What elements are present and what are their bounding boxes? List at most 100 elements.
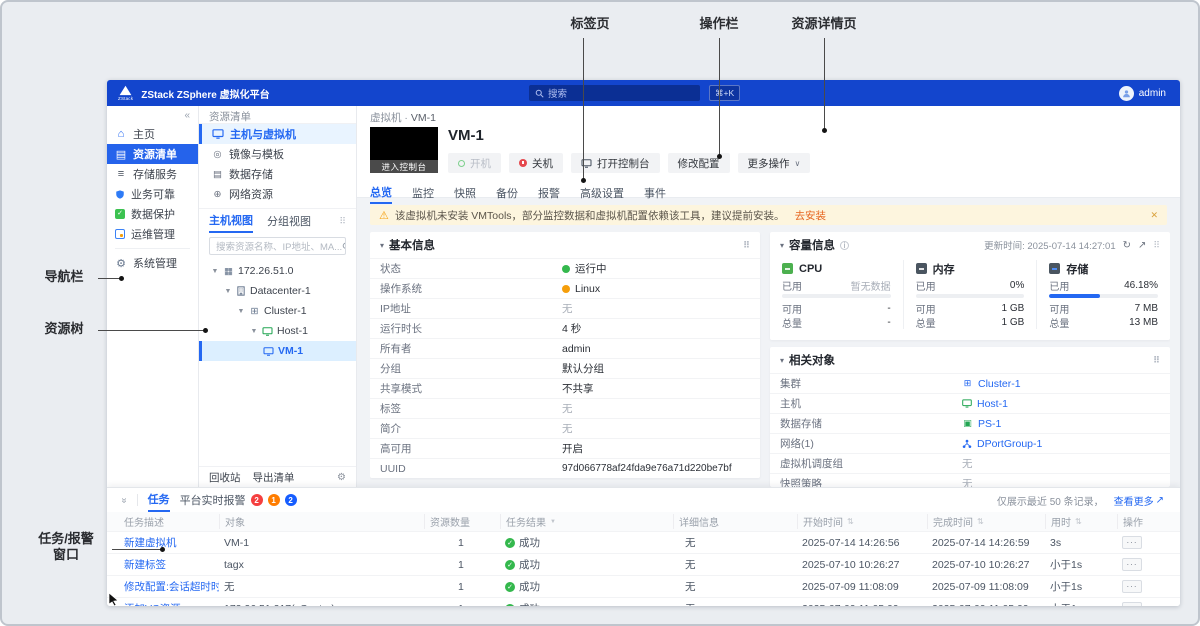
tree-node-cluster[interactable]: ▼ ⊞ Cluster-1 <box>199 301 356 321</box>
data-protection-icon <box>115 209 125 219</box>
annotation-nav-bar: 导航栏 <box>32 269 96 285</box>
tree-node-host[interactable]: ▼ Host-1 <box>199 321 356 341</box>
tab-advanced[interactable]: 高级设置 <box>580 182 624 204</box>
nav-item-home[interactable]: ⌂ 主页 <box>107 124 198 144</box>
resource-panel-title: 资源清单 <box>199 106 356 124</box>
drag-handle-icon[interactable]: ⠿ <box>743 240 750 251</box>
alarm-badge-info: 2 <box>285 494 297 506</box>
tree-node-datacenter[interactable]: ▼ Datacenter-1 <box>199 281 356 301</box>
records-note: 仅展示最近 50 条记录， <box>997 493 1104 508</box>
annotation-task-window: 任务/报警 窗口 <box>22 531 110 563</box>
caret-down-icon[interactable]: ▼ <box>250 328 258 335</box>
row-actions-button[interactable] <box>1122 602 1142 606</box>
sortable-column-header[interactable]: 完成时间 <box>927 514 1045 529</box>
collapse-caret-icon[interactable]: ▾ <box>780 241 784 250</box>
recycle-bin-link[interactable]: 回收站 <box>209 470 241 485</box>
tab-host-view[interactable]: 主机视图 <box>209 209 253 233</box>
memory-capacity: 内存 已用0% 可用1 GB 总量1 GB <box>903 260 1037 329</box>
caret-down-icon[interactable]: ▼ <box>224 288 232 295</box>
close-icon[interactable]: ✕ <box>1150 210 1158 221</box>
datastore-icon: ▤ <box>212 169 223 180</box>
power-off-button[interactable]: 关机 <box>509 153 563 173</box>
tab-tasks[interactable]: 任务 <box>148 488 170 512</box>
filter-column-header[interactable]: 任务结果 <box>500 514 673 529</box>
monitor-icon <box>212 129 224 139</box>
image-template-icon: ◎ <box>212 149 223 160</box>
view-more-link[interactable]: 查看更多 ↗ <box>1114 493 1164 508</box>
network-icon: ⊕ <box>212 189 223 200</box>
tab-group-view[interactable]: 分组视图 <box>267 213 311 229</box>
nav-item-data-protection[interactable]: 数据保护 <box>107 204 198 224</box>
tree-node-vm[interactable]: VM-1 <box>199 341 356 361</box>
caret-down-icon[interactable]: ▼ <box>211 268 219 275</box>
resource-item-datastore[interactable]: ▤ 数据存储 <box>199 164 356 184</box>
row-actions-button[interactable] <box>1122 580 1142 593</box>
nav-item-resources[interactable]: ▤ 资源清单 <box>107 144 198 164</box>
enter-console-button[interactable]: 进入控制台 <box>370 160 438 173</box>
open-console-button[interactable]: 打开控制台 <box>571 153 660 173</box>
collapse-panel-icon[interactable]: « <box>118 497 129 503</box>
sortable-column-header[interactable]: 用时 <box>1045 514 1117 529</box>
power-off-icon <box>519 159 527 167</box>
tab-events[interactable]: 事件 <box>644 182 666 204</box>
task-link[interactable]: 新建标签 <box>124 559 166 571</box>
nav-item-ops[interactable]: 运维管理 <box>107 224 198 244</box>
global-search-input[interactable]: 搜索 <box>529 85 700 101</box>
tab-snapshot[interactable]: 快照 <box>454 182 476 204</box>
collapse-caret-icon[interactable]: ▾ <box>380 241 384 250</box>
tab-backup[interactable]: 备份 <box>496 182 518 204</box>
more-actions-button[interactable]: 更多操作 ∨ <box>738 153 811 173</box>
tree-search-input[interactable]: 搜索资源名称、IP地址、MA... <box>209 237 346 255</box>
annotation-line <box>98 278 120 279</box>
tab-overview[interactable]: 总览 <box>370 182 392 204</box>
cluster-link[interactable]: ⊞Cluster-1 <box>962 378 1021 390</box>
table-row-clipped: 添加VC资源 172.26.51.217(vCenter) 1 成功 无 202… <box>107 597 1180 606</box>
gear-icon[interactable]: ⚙ <box>337 472 346 483</box>
nav-item-reliability[interactable]: 业务可靠 <box>107 184 198 204</box>
user-menu[interactable]: admin <box>1119 80 1166 106</box>
task-link[interactable]: 新建虚拟机 <box>124 537 177 549</box>
caret-down-icon[interactable]: ▼ <box>237 308 245 315</box>
card-title: 容量信息 <box>789 237 835 253</box>
divider <box>137 494 138 506</box>
annotation-dot <box>717 154 722 159</box>
gear-icon: ⚙ <box>115 257 127 270</box>
resource-item-hosts-vms[interactable]: 主机与虚拟机 <box>199 124 356 144</box>
tree-node-vcenter[interactable]: ▼ ▦ 172.26.51.0 <box>199 261 356 281</box>
task-link[interactable]: 修改配置:会话超时时间 <box>124 581 219 593</box>
console-thumbnail[interactable] <box>370 127 438 160</box>
info-row: 简介 无 <box>370 418 760 438</box>
tab-monitoring[interactable]: 监控 <box>412 182 434 204</box>
nav-item-system[interactable]: ⚙ 系统管理 <box>107 253 198 273</box>
row-actions-button[interactable] <box>1122 558 1142 571</box>
portgroup-link[interactable]: DPortGroup-1 <box>962 438 1042 450</box>
info-row: IP地址 无 <box>370 298 760 318</box>
annotation-dot <box>581 178 586 183</box>
nav-item-storage[interactable]: ≡ 存储服务 <box>107 164 198 184</box>
sortable-column-header[interactable]: 开始时间 <box>797 514 927 529</box>
row-actions-button[interactable] <box>1122 536 1142 549</box>
drag-handle-icon[interactable]: ⠿ <box>1153 240 1160 251</box>
host-link[interactable]: Host-1 <box>962 398 1008 410</box>
resource-item-network[interactable]: ⊕ 网络资源 <box>199 184 356 204</box>
install-link[interactable]: 去安装 <box>795 208 827 223</box>
table-row: 修改配置:会话超时时间 无 1 成功 无 2025-07-09 11:08:09… <box>107 575 1180 597</box>
tab-platform-alarms[interactable]: 平台实时报警 2 1 2 <box>180 488 297 512</box>
power-on-button[interactable]: 开机 <box>448 153 501 173</box>
datastore-link[interactable]: ▣PS-1 <box>962 418 1001 430</box>
refresh-icon[interactable]: ↻ <box>1123 240 1131 251</box>
storage-icon <box>1049 263 1060 274</box>
layout-handle-icon[interactable]: ⠿ <box>339 216 346 227</box>
nav-collapse-button[interactable]: « <box>107 106 198 124</box>
network-share-icon <box>962 439 972 449</box>
drag-handle-icon[interactable]: ⠿ <box>1153 355 1160 366</box>
tab-alarm[interactable]: 报警 <box>538 182 560 204</box>
breadcrumb-parent[interactable]: 虚拟机 <box>370 112 402 124</box>
resource-item-images[interactable]: ◎ 镜像与模板 <box>199 144 356 164</box>
collapse-caret-icon[interactable]: ▾ <box>780 356 784 365</box>
success-icon <box>505 538 515 548</box>
task-link[interactable]: 添加VC资源 <box>124 603 181 606</box>
external-link-icon[interactable]: ↗ <box>1138 240 1146 251</box>
export-list-link[interactable]: 导出清单 <box>253 470 295 485</box>
cpu-usage-bar <box>782 294 891 298</box>
